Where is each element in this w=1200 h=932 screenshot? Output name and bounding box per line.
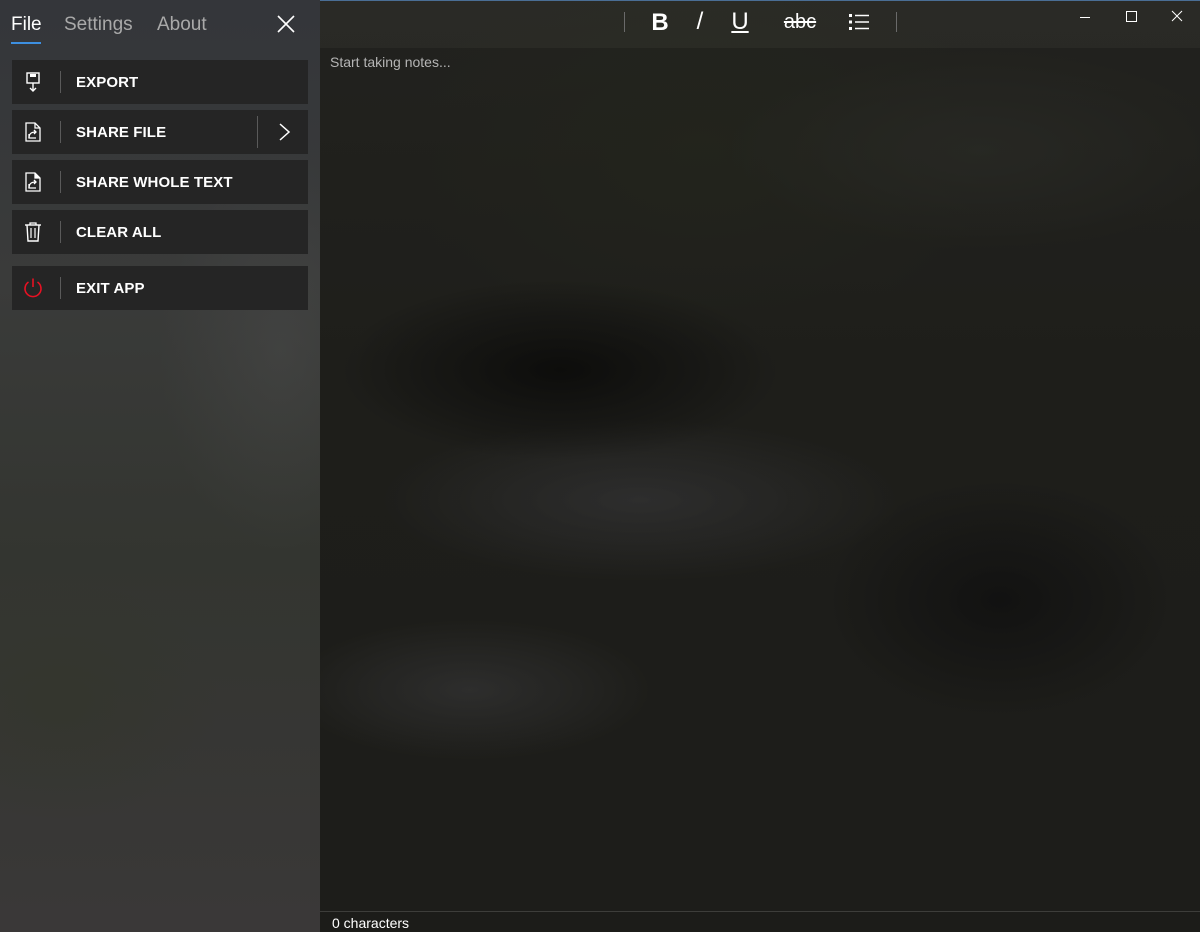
tab-settings[interactable]: Settings <box>64 14 133 36</box>
share-text-icon <box>22 171 44 193</box>
exit-app-label: EXIT APP <box>76 280 145 297</box>
minimize-icon <box>1080 17 1090 18</box>
bold-button[interactable]: B <box>646 9 674 39</box>
active-tab-indicator <box>11 42 41 44</box>
formatting-toolbar: B / U abc <box>320 0 1200 48</box>
submenu-divider <box>257 116 258 148</box>
share-file-button[interactable]: SHARE FILE <box>12 110 308 154</box>
exit-app-button[interactable]: EXIT APP <box>12 266 308 310</box>
export-label: EXPORT <box>76 74 139 91</box>
close-icon <box>1171 10 1183 22</box>
clear-all-button[interactable]: CLEAR ALL <box>12 210 308 254</box>
menu-item-divider <box>60 277 61 299</box>
note-editor[interactable]: Start taking notes... <box>320 48 1200 911</box>
trash-icon <box>22 221 44 243</box>
chevron-right-icon[interactable] <box>274 122 294 142</box>
sidebar-pane: File Settings About EXPORT SHARE FILE SH… <box>0 0 320 932</box>
share-whole-text-button[interactable]: SHARE WHOLE TEXT <box>12 160 308 204</box>
save-export-icon <box>22 71 44 93</box>
strikethrough-button[interactable]: abc <box>778 11 822 41</box>
bullet-list-icon <box>849 14 869 30</box>
menu-item-divider <box>60 171 61 193</box>
maximize-button[interactable] <box>1108 6 1154 30</box>
power-icon <box>22 277 44 299</box>
sidebar-tabs: File Settings About <box>0 0 320 48</box>
italic-button[interactable]: / <box>686 8 714 38</box>
tab-file[interactable]: File <box>11 14 42 36</box>
underline-button[interactable]: U <box>726 8 754 38</box>
editor-placeholder: Start taking notes... <box>330 54 451 70</box>
menu-item-divider <box>60 121 61 143</box>
character-count: 0 characters <box>332 915 410 931</box>
status-bar: 0 characters <box>320 911 1200 932</box>
toolbar-divider <box>896 12 897 32</box>
close-icon <box>277 15 295 33</box>
tab-about[interactable]: About <box>157 14 207 36</box>
export-button[interactable]: EXPORT <box>12 60 308 104</box>
bullet-list-button[interactable] <box>846 12 872 42</box>
menu-item-divider <box>60 71 61 93</box>
share-file-icon <box>22 121 44 143</box>
clear-all-label: CLEAR ALL <box>76 224 162 241</box>
share-whole-text-label: SHARE WHOLE TEXT <box>76 174 233 191</box>
minimize-button[interactable] <box>1062 6 1108 30</box>
toolbar-divider <box>624 12 625 32</box>
close-window-button[interactable] <box>1154 6 1200 30</box>
menu-item-divider <box>60 221 61 243</box>
maximize-icon <box>1126 11 1137 22</box>
close-sidebar-button[interactable] <box>274 12 298 36</box>
share-file-label: SHARE FILE <box>76 124 167 141</box>
